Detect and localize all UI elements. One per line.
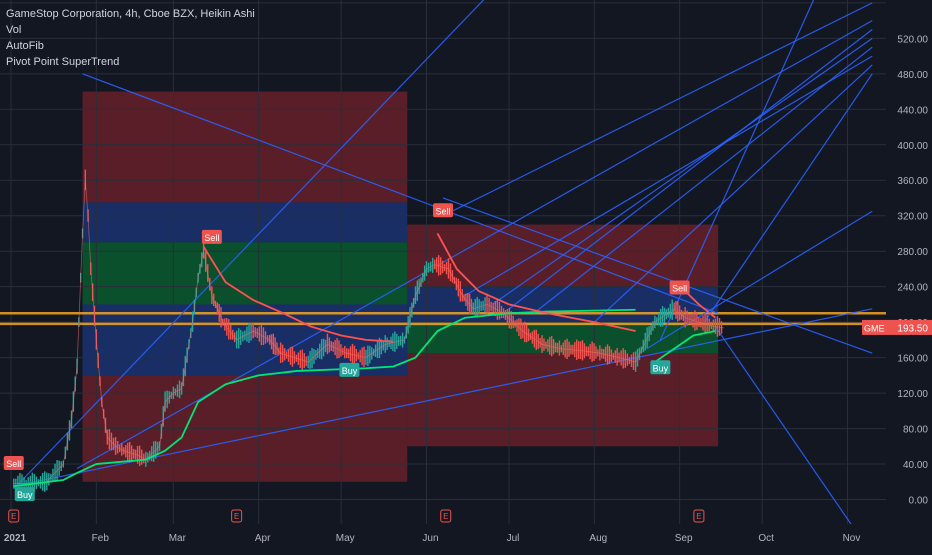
x-tick-label: Sep [675,533,693,544]
indicator-autofib[interactable]: AutoFib [6,38,255,54]
indicator-vol[interactable]: Vol [6,22,255,38]
y-tick-label: 520.00 [897,34,928,45]
fib-zone [82,202,408,243]
signal-label: Sell [435,206,450,216]
indicator-supertrend[interactable]: Pivot Point SuperTrend [6,54,255,70]
y-tick-label: 40.00 [903,460,928,471]
fib-zone [82,91,408,203]
time-axis[interactable] [0,524,932,550]
x-tick-label: Jun [422,533,438,544]
signal-label: Buy [17,490,33,500]
y-tick-label: 440.00 [897,105,928,116]
y-tick-label: 160.00 [897,354,928,365]
y-tick-label: 280.00 [897,247,928,258]
y-tick-label: 480.00 [897,70,928,81]
earnings-label: E [443,512,448,521]
earnings-label: E [696,512,701,521]
x-tick-label: Aug [589,533,607,544]
y-tick-label: 320.00 [897,212,928,223]
price-tag-value: 193.50 [897,323,928,334]
chart-area[interactable]: Sell Buy Sell Buy Sell Sell Buy E E E E 520.00 480.0… [0,0,932,550]
signal-label: Sell [672,283,687,293]
symbol-title[interactable]: GameStop Corporation, 4h, Cboe BZX, Heik… [6,6,255,22]
x-tick-label: 2021 [4,533,27,544]
y-tick-label: 360.00 [897,176,928,187]
price-chart[interactable]: Sell Buy Sell Buy Sell Sell Buy E E E E 520.00 480.0… [0,0,932,550]
signal-label: Sell [204,233,219,243]
x-tick-label: Nov [843,533,861,544]
x-tick-label: Apr [255,533,271,544]
y-tick-label: 0.00 [909,496,929,507]
signal-label: Sell [6,459,21,469]
x-tick-label: Feb [92,533,110,544]
y-tick-label: 240.00 [897,283,928,294]
x-tick-label: May [336,533,355,544]
x-tick-label: Jul [507,533,520,544]
y-tick-label: 400.00 [897,141,928,152]
price-tag-symbol: GME [864,323,885,333]
earnings-label: E [11,512,16,521]
fib-zone [407,353,719,447]
y-tick-label: 80.00 [903,425,928,436]
earnings-label: E [234,512,239,521]
signal-label: Buy [653,363,669,373]
signal-label: Buy [342,366,358,376]
chart-legend: GameStop Corporation, 4h, Cboe BZX, Heik… [6,6,255,70]
x-tick-label: Oct [758,533,774,544]
y-tick-label: 120.00 [897,389,928,400]
x-tick-label: Mar [169,533,187,544]
